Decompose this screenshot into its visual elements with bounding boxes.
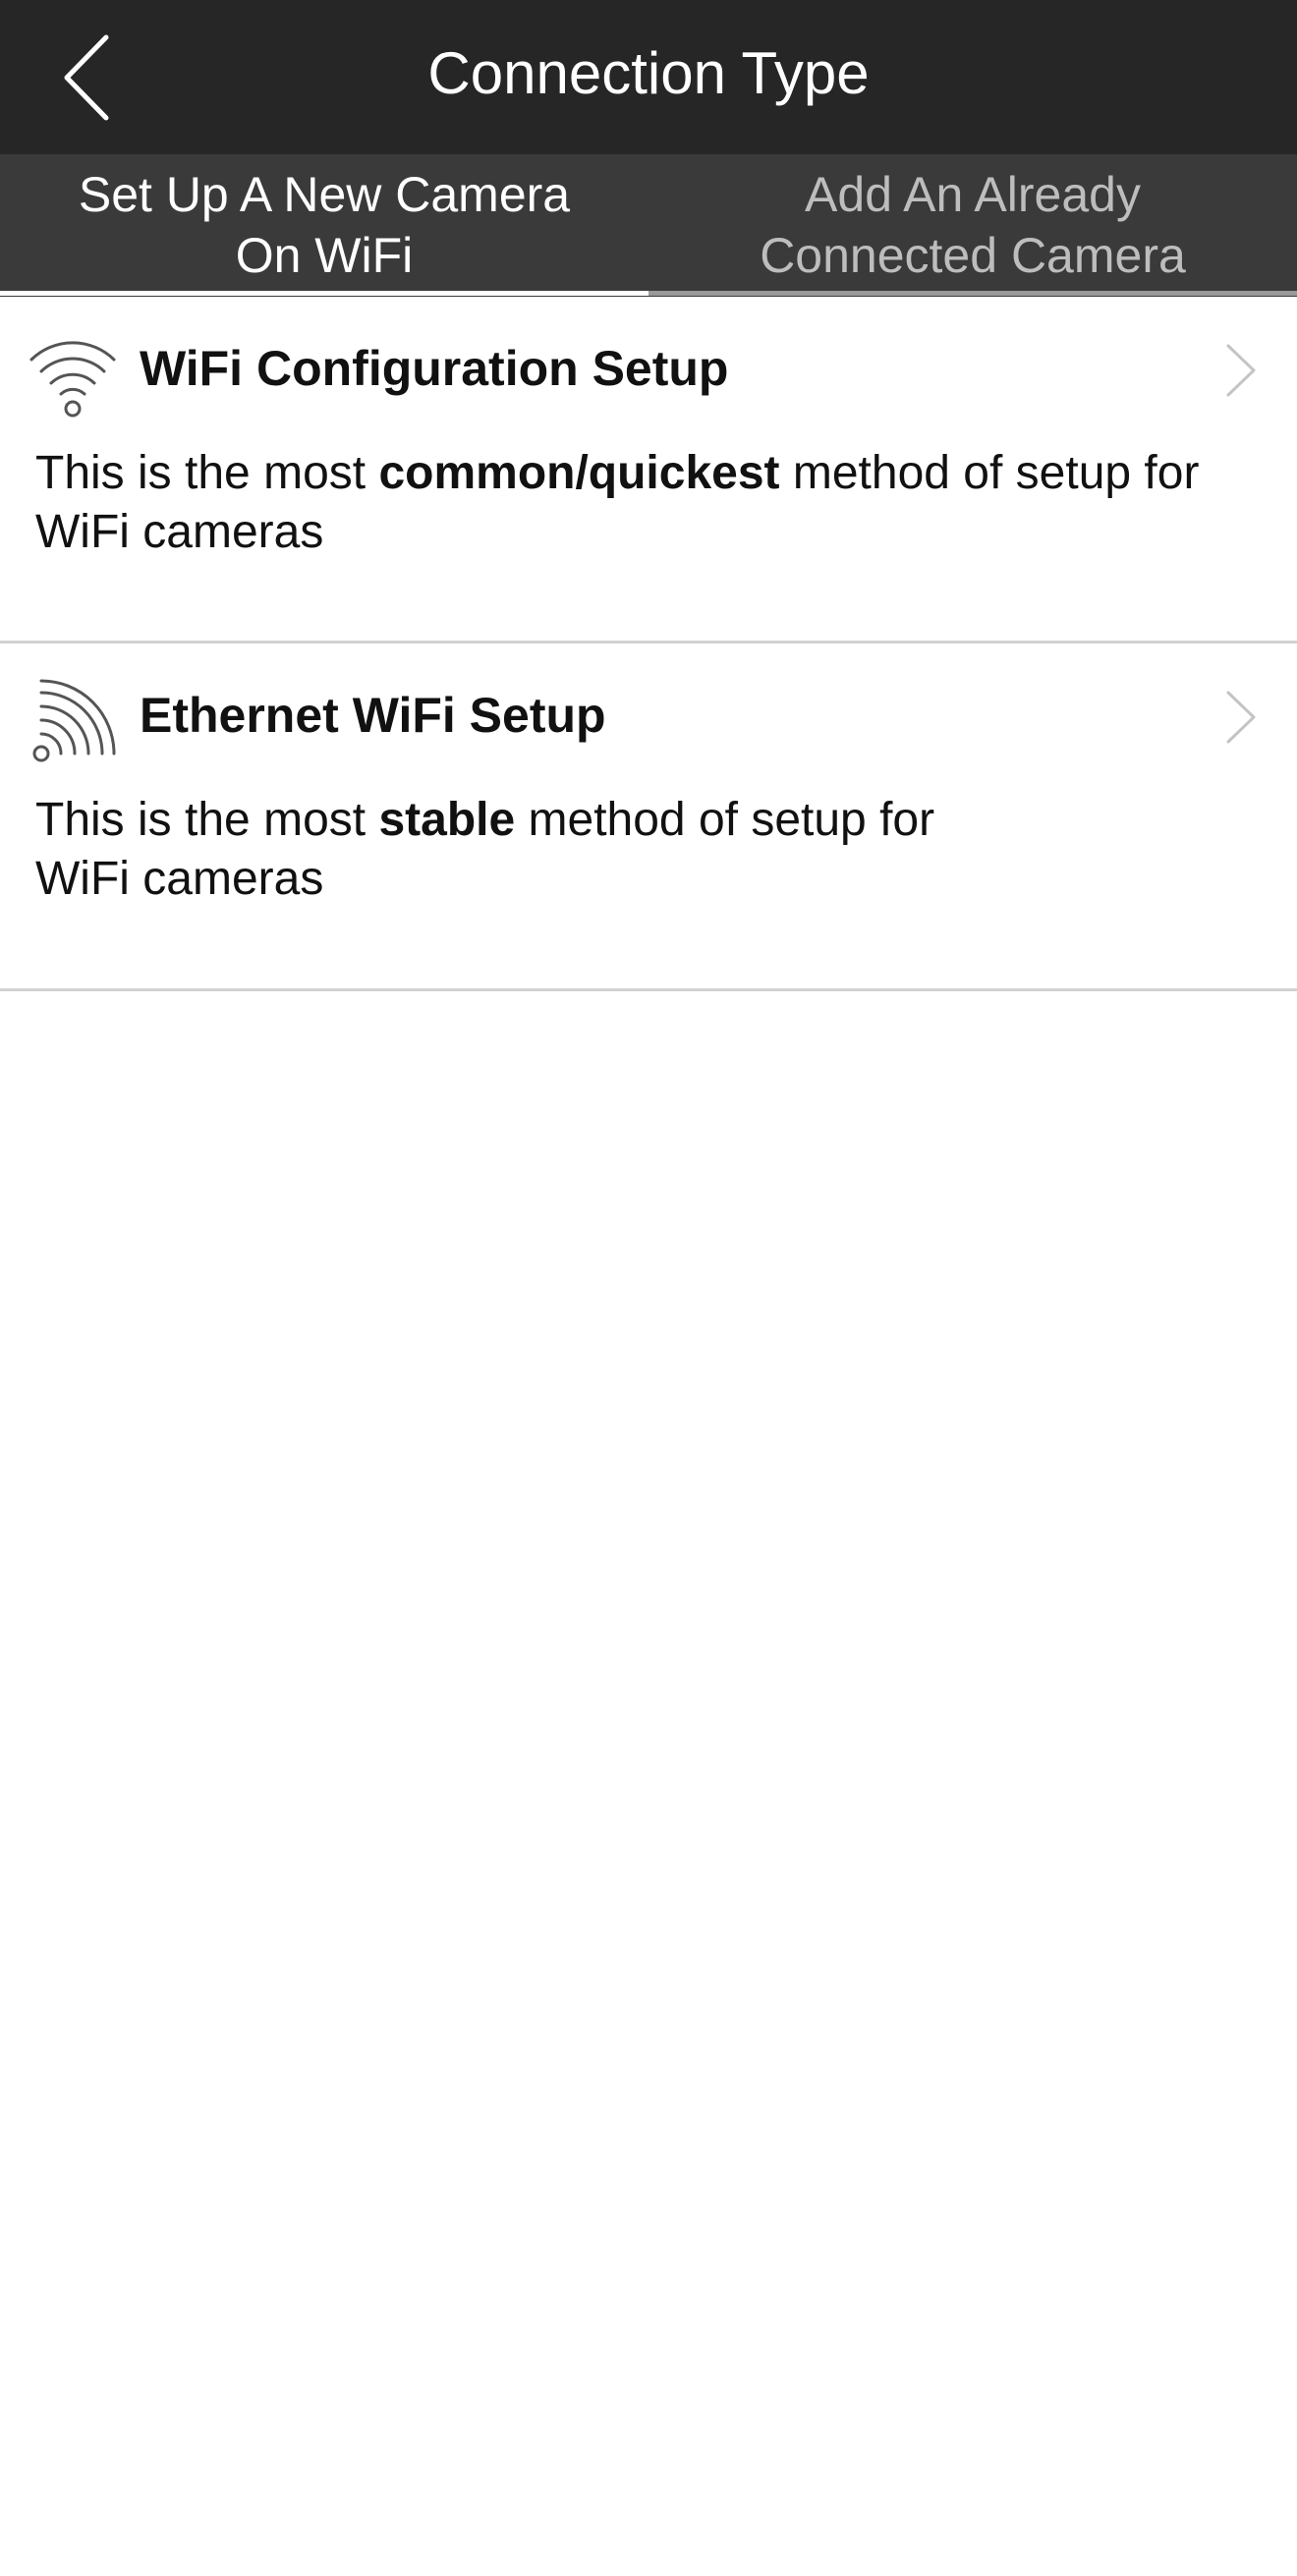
chevron-right-icon: [1214, 683, 1264, 752]
navigation-bar: Connection Type: [0, 0, 1297, 154]
active-tab-indicator: [0, 291, 648, 296]
option-description: This is the most common/quickest method …: [35, 447, 1200, 558]
tab-label-line1: Add An Already: [805, 167, 1141, 222]
tab-label-line2: Connected Camera: [760, 228, 1186, 283]
option-title: WiFi Configuration Setup: [140, 341, 729, 396]
ethernet-wifi-setup-option[interactable]: Ethernet WiFi Setup This is the most sta…: [0, 644, 1297, 989]
ethernet-signal-icon: [28, 677, 118, 767]
tab-setup-new-camera[interactable]: Set Up A New Camera On WiFi: [0, 154, 648, 297]
description-emphasis: common/quickest: [378, 447, 780, 499]
wifi-icon: [28, 330, 118, 420]
inactive-tab-underline: [648, 291, 1297, 296]
tab-label-line2: On WiFi: [235, 228, 414, 283]
chevron-right-icon: [1214, 336, 1264, 405]
page-title: Connection Type: [427, 40, 870, 106]
tab-label-line1: Set Up A New Camera: [78, 167, 571, 222]
tab-bar: Set Up A New Camera On WiFi Add An Alrea…: [0, 154, 1297, 297]
tab-add-connected-camera[interactable]: Add An Already Connected Camera: [648, 154, 1297, 297]
option-description: This is the most stable method of setup …: [35, 794, 935, 905]
option-title: Ethernet WiFi Setup: [140, 688, 606, 743]
wifi-configuration-setup-option[interactable]: WiFi Configuration Setup This is the mos…: [0, 297, 1297, 643]
description-emphasis: stable: [378, 794, 516, 846]
divider: [0, 988, 1297, 991]
